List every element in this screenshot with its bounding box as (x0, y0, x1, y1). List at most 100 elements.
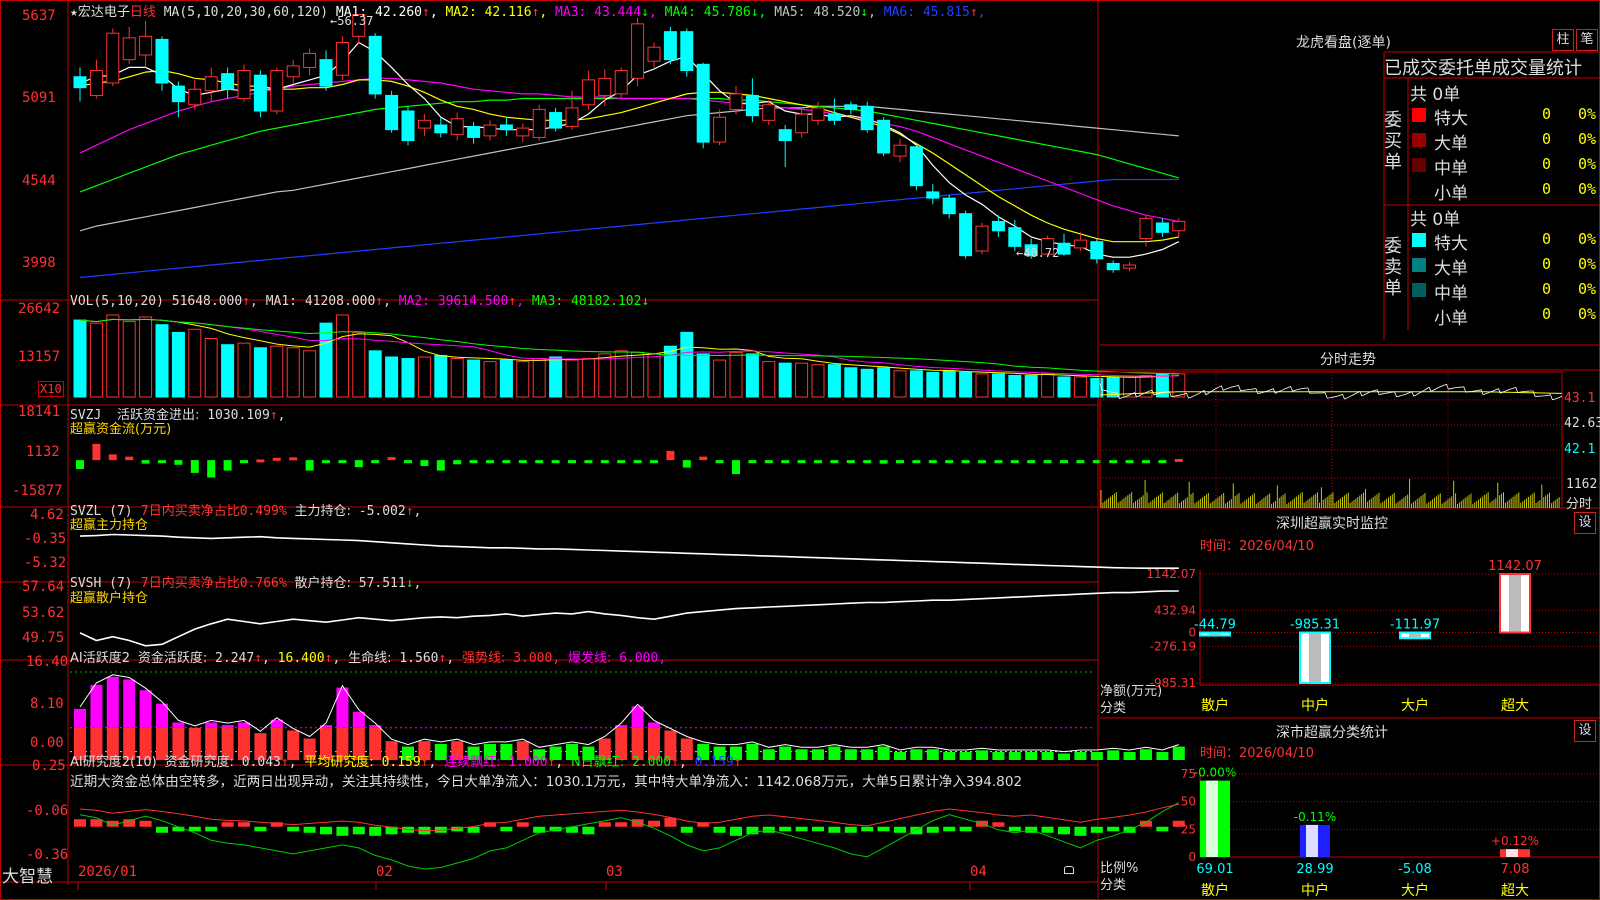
volume-bar (401, 358, 415, 398)
star-icon[interactable]: ★ (70, 5, 78, 20)
volume-bar (188, 328, 202, 398)
research-bar (320, 826, 332, 835)
candle-up (811, 107, 825, 121)
research-bar (861, 826, 874, 832)
class-change-label: -0.11% (1294, 810, 1336, 824)
fund-flow-bar (1142, 460, 1150, 464)
volume-bar (860, 368, 874, 398)
volume-bar (89, 322, 103, 398)
vol-unit: X10 (38, 381, 64, 397)
candle-up (729, 93, 743, 110)
candle-down (745, 94, 759, 117)
monitor-value-label: -44.79 (1194, 618, 1236, 633)
volume-bar (1073, 376, 1087, 398)
research-bar (369, 826, 382, 836)
svzl-axis-label-1: -0.35 (24, 531, 67, 547)
fund-flow-bar (453, 460, 462, 465)
research-bar (1008, 826, 1021, 832)
candle-up (417, 119, 431, 129)
sell-row: 小单 0 0% (1410, 304, 1600, 329)
stock-name[interactable]: 宏达电子 (78, 5, 130, 20)
activity-bar (1123, 751, 1136, 760)
candle-down (1106, 262, 1120, 271)
activity-bar-burst (139, 690, 152, 728)
volume-bar (926, 371, 940, 398)
volume-bar (844, 367, 858, 398)
activity-bar (795, 749, 808, 760)
price-axis-label-1: 5091 (22, 90, 56, 106)
volume-bar (532, 358, 546, 398)
fund-flow-bar (535, 460, 544, 464)
sell-percent: 0% (1578, 305, 1597, 323)
sell-count: 0 (1542, 230, 1552, 248)
volume-bar (729, 351, 743, 398)
research-bar (959, 826, 972, 832)
sell-total: 共 0单 (1410, 210, 1461, 230)
date-label-3: 04 (970, 864, 987, 880)
activity-bar (992, 751, 1005, 760)
volume-bar (893, 370, 907, 398)
lock-icon[interactable] (1064, 866, 1074, 874)
candle-up (122, 37, 136, 61)
candle-down (1090, 241, 1104, 260)
fund-flow-bar (1043, 460, 1052, 464)
volume-bar (680, 331, 694, 398)
monitor-bar-shade (1409, 633, 1421, 638)
sz-class-settings-button[interactable]: 设 (1574, 720, 1596, 742)
activity-bar (910, 749, 923, 760)
fund-flow-bar (600, 460, 609, 464)
candle-down (401, 110, 415, 142)
buy-percent: 0% (1578, 180, 1597, 198)
activity-bar-burst (74, 709, 86, 728)
volume-bar (565, 359, 579, 398)
volume-bar (499, 359, 513, 398)
price-axis-label-0: 5637 (22, 8, 56, 24)
activity-bar (1107, 750, 1120, 760)
research-bar (156, 826, 168, 833)
activity-bar-burst (648, 722, 660, 728)
research-bar (992, 822, 1005, 827)
volume-bar (877, 367, 891, 398)
fund-flow-bar (338, 460, 347, 464)
buy-swatch (1412, 183, 1426, 197)
volume-bar (991, 373, 1005, 398)
sell-swatch (1412, 283, 1426, 297)
class-axis-label: 50 (1181, 795, 1196, 809)
volume-bar (778, 362, 792, 398)
ai-hot-header: AI活跃度2 资金活跃度: 2.247↑, 16.400↑, 生命线: 1.56… (70, 651, 667, 666)
monitor-category-label: 大户 (1401, 697, 1429, 714)
period-label[interactable]: 日线 (130, 5, 156, 20)
candle-down (499, 124, 513, 131)
sz-monitor-settings-button[interactable]: 设 (1574, 512, 1596, 534)
research-bar (1074, 826, 1087, 836)
research-bar (828, 826, 841, 833)
activity-bar-burst (106, 676, 119, 728)
activity-bar (746, 743, 759, 760)
candle-up (450, 118, 464, 135)
research-bar (615, 822, 628, 827)
activity-bar (1041, 751, 1054, 760)
activity-bar (943, 751, 956, 760)
candle-up (893, 144, 907, 157)
candle-down (319, 59, 333, 87)
monitor-value-label: -985.31 (1290, 618, 1340, 633)
buy-total: 共 0单 (1410, 85, 1461, 105)
activity-bar (1008, 751, 1021, 760)
fund-flow-bar (781, 460, 790, 464)
longhu-title: 龙虎看盘(逐单) (1296, 35, 1391, 51)
fund-flow-bar (436, 460, 445, 471)
activity-bar (1140, 749, 1152, 760)
monitor-bar-shade (1309, 633, 1321, 682)
tick-mode-button[interactable]: 笔 (1576, 29, 1598, 51)
intraday-axis-label-2: 42.1 (1564, 442, 1596, 457)
candle-down (434, 124, 448, 134)
activity-bar-burst (90, 684, 103, 728)
fund-flow-bar (1125, 460, 1134, 464)
class-category-label: 超大 (1501, 883, 1529, 899)
buy-label: 小单 (1434, 184, 1468, 204)
fund-flow-bar (863, 460, 872, 464)
sell-label: 大单 (1434, 259, 1468, 279)
ai-res-axis-label-2: -0.36 (26, 847, 69, 863)
bar-mode-button[interactable]: 柱 (1552, 29, 1574, 51)
candle-up (106, 32, 120, 84)
